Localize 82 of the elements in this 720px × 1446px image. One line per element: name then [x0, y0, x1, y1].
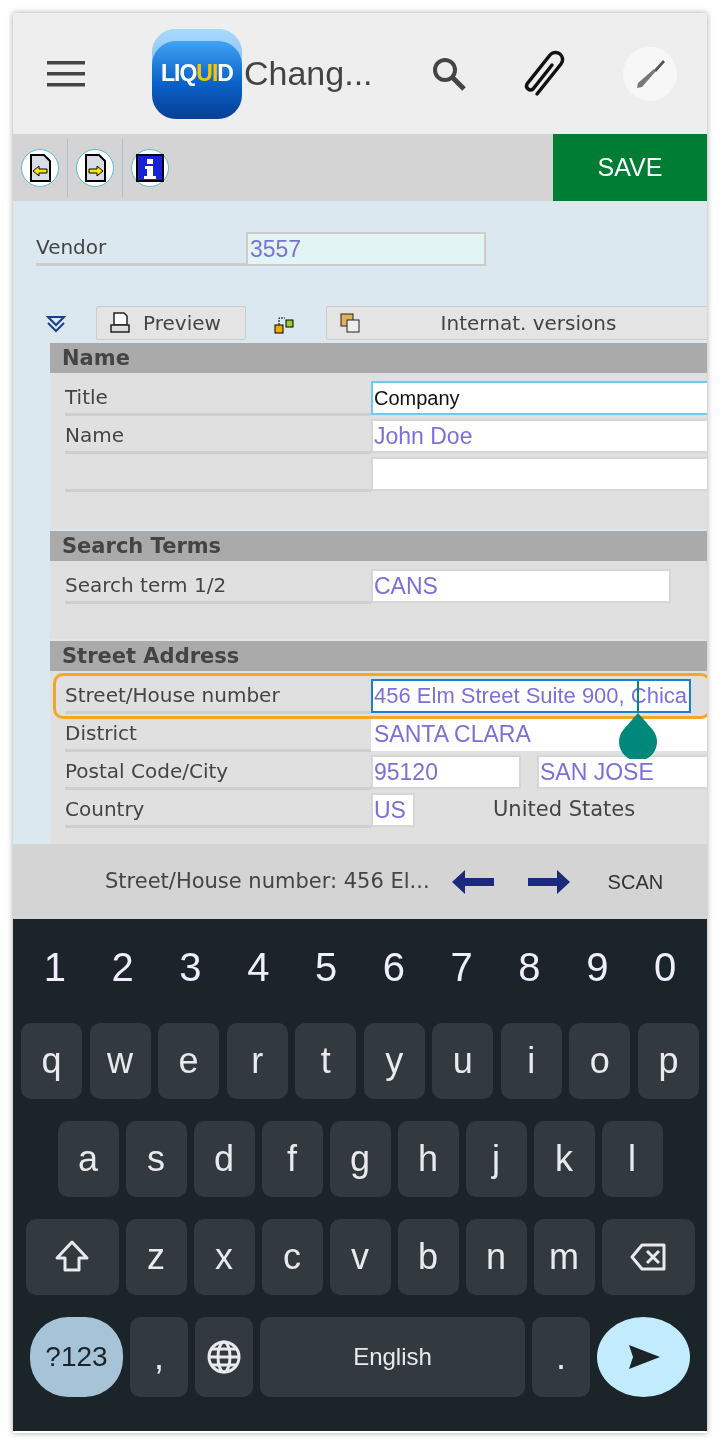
vendor-field[interactable]: 3557: [246, 232, 486, 266]
keyboard-key[interactable]: 5: [292, 937, 360, 997]
input-field[interactable]: [371, 457, 707, 491]
keyboard-key[interactable]: i: [500, 1023, 562, 1099]
page-title: Chang...: [244, 53, 373, 94]
scan-button[interactable]: SCAN: [607, 866, 664, 897]
search-icon[interactable]: [431, 55, 467, 92]
keyboard-key[interactable]: a: [57, 1121, 119, 1197]
keyboard-key[interactable]: p: [637, 1023, 699, 1099]
preview-button[interactable]: Preview: [96, 306, 246, 340]
keyboard-key[interactable]: y: [363, 1023, 425, 1099]
keyboard-key[interactable]: w: [89, 1023, 151, 1099]
keyboard-key[interactable]: h: [397, 1121, 459, 1197]
keyboard-key[interactable]: z: [125, 1219, 187, 1295]
keyboard-key[interactable]: [601, 1219, 695, 1295]
menu-icon[interactable]: [47, 60, 85, 87]
keyboard-key[interactable]: ?123: [30, 1317, 123, 1397]
keyboard-key[interactable]: English: [260, 1317, 525, 1397]
keyboard-key[interactable]: x: [193, 1219, 255, 1295]
section-header: Street Address: [50, 641, 707, 671]
input-field[interactable]: CANS: [371, 569, 671, 603]
keyboard-key[interactable]: f: [261, 1121, 323, 1197]
country-name: United States: [493, 796, 636, 824]
keyboard-key[interactable]: v: [329, 1219, 391, 1295]
field-label: Country: [65, 792, 371, 828]
keyboard-key[interactable]: 7: [427, 937, 496, 997]
section-header: Search Terms: [50, 531, 707, 561]
keyboard-key[interactable]: q: [21, 1023, 82, 1099]
keyboard-key[interactable]: 8: [495, 937, 564, 997]
keyboard-key[interactable]: j: [465, 1121, 527, 1197]
field-label: Postal Code/City: [65, 754, 371, 790]
previous-document-icon[interactable]: [21, 148, 59, 187]
keyboard-key[interactable]: t: [295, 1023, 357, 1099]
left-arrow-icon[interactable]: [451, 869, 494, 894]
keyboard-key[interactable]: e: [158, 1023, 220, 1099]
input-field[interactable]: SAN JOSE: [537, 755, 707, 789]
input-field[interactable]: Company: [371, 381, 707, 415]
next-document-icon[interactable]: [76, 148, 114, 187]
collapse-icon[interactable]: [46, 314, 66, 333]
status-text: Street/House number: 456 El...: [105, 867, 430, 895]
keyboard-key[interactable]: .: [532, 1317, 590, 1397]
field-label: Name: [65, 418, 371, 454]
keyboard-key[interactable]: s: [125, 1121, 187, 1197]
keyboard-key[interactable]: o: [569, 1023, 631, 1099]
keyboard-key[interactable]: d: [193, 1121, 255, 1197]
keyboard-key[interactable]: n: [465, 1219, 527, 1295]
shift-icon: [54, 1239, 90, 1275]
keyboard-key[interactable]: 0: [631, 937, 699, 997]
keyboard-key[interactable]: 4: [224, 937, 293, 997]
keyboard-key[interactable]: [195, 1317, 253, 1397]
field-label: Street/House number: [65, 678, 371, 714]
keyboard-key[interactable]: k: [533, 1121, 595, 1197]
keyboard-key[interactable]: u: [432, 1023, 494, 1099]
section-header: Name: [50, 343, 707, 373]
field-label: Title: [65, 380, 371, 416]
keyboard-key[interactable]: 9: [563, 937, 632, 997]
save-button[interactable]: SAVE: [553, 134, 707, 201]
versions-button[interactable]: Internat. versions: [326, 306, 707, 340]
input-field[interactable]: John Doe: [371, 419, 707, 453]
logo: LIQUID: [152, 28, 242, 119]
keyboard-key[interactable]: 3: [156, 937, 225, 997]
printer-icon: [109, 312, 131, 334]
keyboard-key[interactable]: 2: [88, 937, 157, 997]
keyboard-key[interactable]: 1: [21, 937, 89, 997]
info-icon[interactable]: [131, 148, 169, 187]
keyboard-key[interactable]: [25, 1219, 119, 1295]
globe-icon: [206, 1339, 242, 1375]
keyboard-key[interactable]: b: [397, 1219, 459, 1295]
keyboard-key[interactable]: m: [533, 1219, 595, 1295]
cursor-handle[interactable]: [618, 713, 658, 759]
field-label: Search term 1/2: [65, 568, 371, 604]
keyboard-key[interactable]: l: [601, 1121, 663, 1197]
keyboard-key[interactable]: r: [226, 1023, 288, 1099]
copy-icon: [339, 312, 361, 334]
keyboard-key[interactable]: g: [329, 1121, 391, 1197]
input-field[interactable]: 95120: [371, 755, 521, 789]
right-arrow-icon[interactable]: [527, 869, 570, 894]
keyboard-key[interactable]: ,: [130, 1317, 188, 1397]
input-field[interactable]: US: [371, 793, 415, 827]
keyboard-key[interactable]: c: [261, 1219, 323, 1295]
field-label: District: [65, 716, 371, 752]
keyboard-key[interactable]: 6: [360, 937, 428, 997]
